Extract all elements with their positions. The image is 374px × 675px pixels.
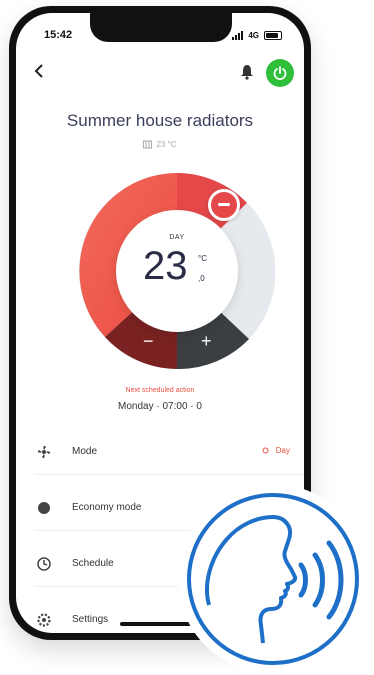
eco-icon (38, 502, 50, 514)
temperature-display: DAY 23 °C ,0 (116, 210, 238, 332)
radiator-icon (143, 140, 153, 149)
back-button[interactable] (30, 61, 50, 81)
gear-icon (37, 613, 51, 627)
page-title: Summer house radiators (66, 111, 254, 130)
clock-icon (37, 557, 51, 571)
plus-icon: + (201, 331, 212, 351)
menu-item-mode[interactable]: Mode Day (16, 431, 304, 475)
divider (34, 474, 304, 475)
sun-icon (262, 447, 269, 454)
current-temperature: 23 °C (156, 140, 177, 149)
status-icons: 4G (232, 31, 282, 40)
chevron-left-icon (34, 64, 43, 78)
next-action-value: Monday · 07:00 · 0 (118, 401, 202, 412)
next-action-label: Next scheduled action (125, 387, 195, 394)
temperature-value: 23 (143, 244, 188, 288)
thermostat-dial[interactable]: − + DAY 23 °C ,0 (79, 173, 276, 370)
voice-assistant-icon (187, 493, 359, 665)
bell-button[interactable] (238, 63, 256, 81)
menu-item-label: Schedule (72, 558, 114, 569)
fan-icon (38, 446, 50, 458)
signal-icon (232, 31, 244, 40)
period-label: DAY (169, 234, 185, 241)
battery-icon (264, 31, 282, 40)
power-icon (273, 66, 287, 80)
menu-item-label: Settings (72, 614, 109, 625)
network-label: 4G (248, 31, 259, 40)
power-button[interactable] (266, 59, 294, 87)
menu-item-label: Economy mode (72, 502, 142, 513)
current-temperature-row: 23 °C (16, 140, 304, 149)
bell-icon (241, 65, 253, 80)
status-time: 15:42 (44, 29, 73, 41)
notch (90, 13, 232, 42)
mode-value: Day (261, 446, 290, 455)
temperature-decimal: ,0 (198, 274, 205, 283)
dial-knob[interactable] (208, 189, 240, 221)
menu-item-label: Mode (72, 446, 98, 457)
mode-value-text: Day (275, 446, 290, 455)
temperature-unit: °C (198, 254, 207, 263)
minus-icon: − (143, 331, 154, 351)
